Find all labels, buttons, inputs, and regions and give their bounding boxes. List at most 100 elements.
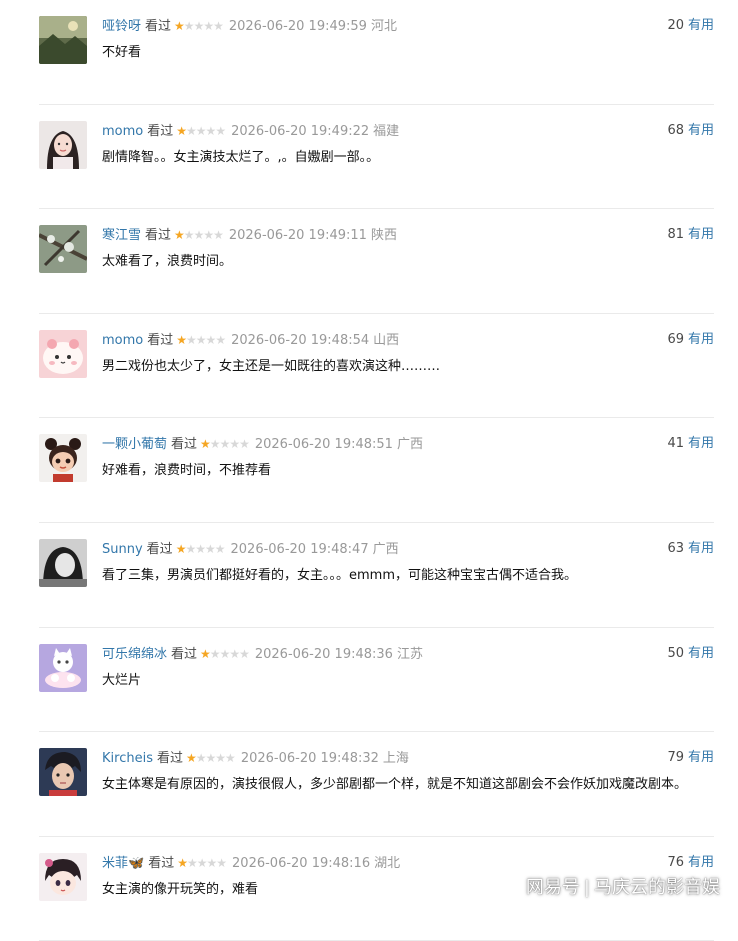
girl-portrait-avatar-icon[interactable] <box>39 120 87 169</box>
star-empty-icon: ★ <box>195 123 207 138</box>
useful-button[interactable]: 有用 <box>688 646 714 661</box>
useful-button[interactable]: 有用 <box>688 123 714 138</box>
watch-status: 看过 <box>145 19 172 34</box>
star-empty-icon: ★ <box>204 541 216 556</box>
comment-text: 太难看了，浪费时间。 <box>102 254 233 270</box>
comment-region: 广西 <box>372 541 399 557</box>
comment-meta: 寒江雪 看过 ★★★★★ 2026-06-20 19:49:11 陕西 <box>102 226 397 245</box>
watermark-account: 马庆云的影音娱 <box>594 877 720 898</box>
pink-bun-avatar-icon[interactable] <box>39 329 87 378</box>
comment-time: 2026-06-20 19:48:47 <box>230 541 369 557</box>
vote-count: 69 <box>667 331 684 347</box>
star-empty-icon: ★ <box>209 646 221 661</box>
comment-text: 女主演的像开玩笑的，难看 <box>102 881 259 897</box>
landscape-avatar-icon[interactable] <box>39 16 87 64</box>
vote-area: 50 有用 <box>667 645 714 663</box>
rating-stars: ★★★★★ <box>176 540 226 558</box>
useful-button[interactable]: 有用 <box>688 436 714 451</box>
vote-area: 63 有用 <box>667 540 714 558</box>
useful-button[interactable]: 有用 <box>688 541 714 556</box>
comment-text: 不好看 <box>102 45 142 60</box>
username-link[interactable]: Kircheis <box>102 751 153 766</box>
comment-meta: 可乐绵绵冰 看过 ★★★★★ 2026-06-20 19:48:36 江苏 <box>102 645 423 664</box>
comment-region: 陕西 <box>370 228 397 244</box>
comment-item: momo 看过 ★★★★★ 2026-06-20 19:48:54 山西 69 有用 男二… <box>0 314 738 419</box>
vote-area: 20 有用 <box>667 17 714 35</box>
star-empty-icon: ★ <box>186 123 197 138</box>
star-empty-icon: ★ <box>229 437 240 452</box>
vote-count: 50 <box>667 645 684 661</box>
rating-stars: ★★★★★ <box>185 749 236 767</box>
comment-item: momo 看过 ★★★★★ 2026-06-20 19:49:22 福建 68 有用 剧情… <box>0 105 738 210</box>
star-empty-icon: ★ <box>209 437 221 452</box>
star-empty-icon: ★ <box>239 437 250 452</box>
vote-count: 76 <box>667 854 684 870</box>
username-link[interactable]: 一颗小葡萄 <box>102 437 167 452</box>
comment-time: 2026-06-20 19:49:11 <box>228 228 367 244</box>
snowy-branch-avatar-icon[interactable] <box>39 225 87 274</box>
star-filled-icon: ★ <box>200 437 211 452</box>
star-empty-icon: ★ <box>215 751 226 766</box>
comment-item: 哑铃呀 看过 ★★★★★ 2026-06-20 19:49:59 河北 20 有用 不好看 <box>0 0 738 105</box>
star-empty-icon: ★ <box>219 646 231 661</box>
star-empty-icon: ★ <box>185 541 196 556</box>
useful-button[interactable]: 有用 <box>688 18 714 33</box>
vote-count: 63 <box>667 540 684 556</box>
comment-meta: momo 看过 ★★★★★ 2026-06-20 19:49:22 福建 <box>102 122 399 141</box>
username-link[interactable]: 哑铃呀 <box>102 19 141 34</box>
comment-list: 哑铃呀 看过 ★★★★★ 2026-06-20 19:49:59 河北 20 有用 不好看… <box>0 0 738 941</box>
star-empty-icon: ★ <box>205 751 217 766</box>
star-empty-icon: ★ <box>183 19 195 33</box>
comment-time: 2026-06-20 19:48:16 <box>232 855 371 871</box>
watch-status: 看过 <box>148 855 175 871</box>
comment-meta: Sunny 看过 ★★★★★ 2026-06-20 19:48:47 广西 <box>102 540 399 559</box>
username-link[interactable]: 寒江雪 <box>102 228 141 243</box>
username-link[interactable]: momo <box>102 333 143 348</box>
vote-area: 68 有用 <box>667 122 714 140</box>
watch-status: 看过 <box>147 123 174 139</box>
useful-button[interactable]: 有用 <box>688 227 714 242</box>
star-empty-icon: ★ <box>205 123 217 138</box>
vote-count: 81 <box>667 227 684 243</box>
star-empty-icon: ★ <box>186 332 197 347</box>
username-link[interactable]: 米菲🦋 <box>102 856 144 871</box>
comment-region: 湖北 <box>374 855 401 871</box>
username-link[interactable]: 可乐绵绵冰 <box>102 647 167 662</box>
useful-button[interactable]: 有用 <box>688 332 714 347</box>
anime-boy-avatar-icon[interactable] <box>39 748 87 797</box>
vote-count: 79 <box>667 750 684 766</box>
comment-item: Sunny 看过 ★★★★★ 2026-06-20 19:48:47 广西 63 有用 看… <box>0 523 738 628</box>
cartoon-girl-avatar-icon[interactable] <box>39 434 87 483</box>
rating-stars: ★★★★★ <box>200 645 250 663</box>
star-empty-icon: ★ <box>214 541 226 556</box>
comment-meta: 哑铃呀 看过 ★★★★★ 2026-06-20 19:49:59 河北 <box>102 17 397 36</box>
comment-region: 江苏 <box>396 646 423 662</box>
chibi-avatar-icon[interactable] <box>39 852 87 901</box>
star-filled-icon: ★ <box>174 19 185 33</box>
comment-region: 山西 <box>373 332 400 348</box>
watch-status: 看过 <box>147 332 174 348</box>
star-empty-icon: ★ <box>215 332 226 347</box>
watermark-brand: 网易号 <box>525 877 580 898</box>
useful-button[interactable]: 有用 <box>688 855 714 870</box>
star-filled-icon: ★ <box>176 332 187 347</box>
rating-stars: ★★★★★ <box>176 331 226 349</box>
watermark-separator: | <box>583 877 590 898</box>
vote-area: 79 有用 <box>667 749 714 767</box>
username-link[interactable]: momo <box>102 124 143 139</box>
comment-region: 福建 <box>373 123 400 139</box>
useful-button[interactable]: 有用 <box>688 750 714 765</box>
cartoon-cats-avatar-icon[interactable] <box>39 643 87 692</box>
star-empty-icon: ★ <box>219 437 231 452</box>
star-empty-icon: ★ <box>206 855 218 870</box>
comment-time: 2026-06-20 19:49:22 <box>231 123 370 139</box>
vote-count: 20 <box>667 18 684 33</box>
star-empty-icon: ★ <box>186 855 198 870</box>
comment-time: 2026-06-20 19:48:32 <box>240 751 379 767</box>
star-filled-icon: ★ <box>185 751 197 766</box>
username-link[interactable]: Sunny <box>102 542 143 557</box>
star-filled-icon: ★ <box>200 646 211 661</box>
comment-time: 2026-06-20 19:48:54 <box>231 332 370 348</box>
bw-portrait-avatar-icon[interactable] <box>39 538 87 587</box>
star-empty-icon: ★ <box>195 332 207 347</box>
